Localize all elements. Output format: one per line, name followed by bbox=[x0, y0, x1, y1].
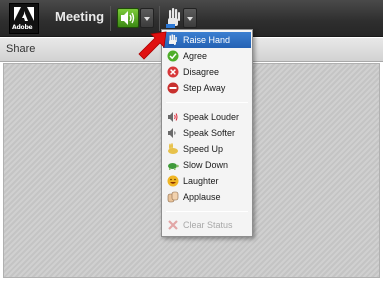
adobe-logo-text: Adobe bbox=[12, 24, 33, 31]
menu-item-label: Raise Hand bbox=[183, 35, 231, 45]
speak-softer-icon bbox=[168, 128, 176, 138]
menu-item-label: Agree bbox=[183, 51, 208, 61]
menu-item-label: Speak Softer bbox=[183, 128, 236, 138]
red-pointer-arrow-icon bbox=[138, 31, 167, 60]
disagree-x-icon bbox=[167, 66, 179, 78]
menu-item-speed-up[interactable]: Speed Up bbox=[163, 141, 251, 157]
meeting-menu[interactable]: Meeting bbox=[55, 9, 104, 24]
status-dropdown-button[interactable] bbox=[183, 8, 197, 28]
raised-hand-icon bbox=[166, 8, 180, 28]
menu-item-label: Speak Louder bbox=[183, 112, 240, 122]
speaker-dropdown-button[interactable] bbox=[140, 8, 154, 28]
menu-item-label: Speed Up bbox=[183, 144, 224, 154]
menu-item-label: Clear Status bbox=[183, 220, 233, 230]
chevron-down-icon bbox=[144, 17, 150, 21]
clear-status-icon bbox=[168, 220, 178, 230]
menu-item-speak-softer[interactable]: Speak Softer bbox=[163, 125, 251, 141]
status-dropdown-menu: Raise Hand Agree Disagree Step Away Spea… bbox=[161, 29, 253, 237]
raised-hand-icon bbox=[168, 34, 177, 46]
menu-item-clear-status: Clear Status bbox=[163, 217, 251, 233]
toolbar-divider bbox=[110, 6, 111, 31]
menu-item-label: Slow Down bbox=[183, 160, 229, 170]
menu-item-disagree[interactable]: Disagree bbox=[163, 64, 251, 80]
speaker-button[interactable] bbox=[117, 8, 139, 28]
speaker-volume-icon bbox=[121, 11, 135, 25]
adobe-logo-mark-icon bbox=[14, 7, 34, 21]
menu-separator bbox=[166, 211, 248, 212]
menu-item-applause[interactable]: Applause bbox=[163, 189, 251, 205]
menu-separator bbox=[166, 102, 248, 103]
menu-item-label: Applause bbox=[183, 192, 221, 202]
menu-item-raise-hand[interactable]: Raise Hand bbox=[163, 32, 251, 48]
agree-check-icon bbox=[167, 50, 179, 62]
laughter-smiley-icon bbox=[167, 175, 179, 187]
chevron-down-icon bbox=[187, 17, 193, 21]
app-window: Adobe Meeting Share Raise Hand Agree Dis… bbox=[0, 0, 383, 281]
menu-item-slow-down[interactable]: Slow Down bbox=[163, 157, 251, 173]
menu-item-speak-louder[interactable]: Speak Louder bbox=[163, 109, 251, 125]
speed-up-rabbit-icon bbox=[168, 143, 178, 154]
adobe-logo: Adobe bbox=[9, 3, 39, 34]
menu-item-label: Disagree bbox=[183, 67, 220, 77]
my-status-button[interactable] bbox=[165, 7, 183, 29]
toolbar-divider bbox=[159, 6, 160, 31]
slow-down-turtle-icon bbox=[168, 163, 179, 170]
applause-hands-icon bbox=[167, 191, 179, 203]
menu-item-laughter[interactable]: Laughter bbox=[163, 173, 251, 189]
menu-item-step-away[interactable]: Step Away bbox=[163, 80, 251, 96]
menu-item-agree[interactable]: Agree bbox=[163, 48, 251, 64]
menu-item-label: Laughter bbox=[183, 176, 219, 186]
menu-item-label: Step Away bbox=[183, 83, 226, 93]
speak-louder-icon bbox=[168, 112, 178, 122]
share-pod-title: Share bbox=[6, 43, 36, 55]
step-away-icon bbox=[167, 82, 179, 94]
